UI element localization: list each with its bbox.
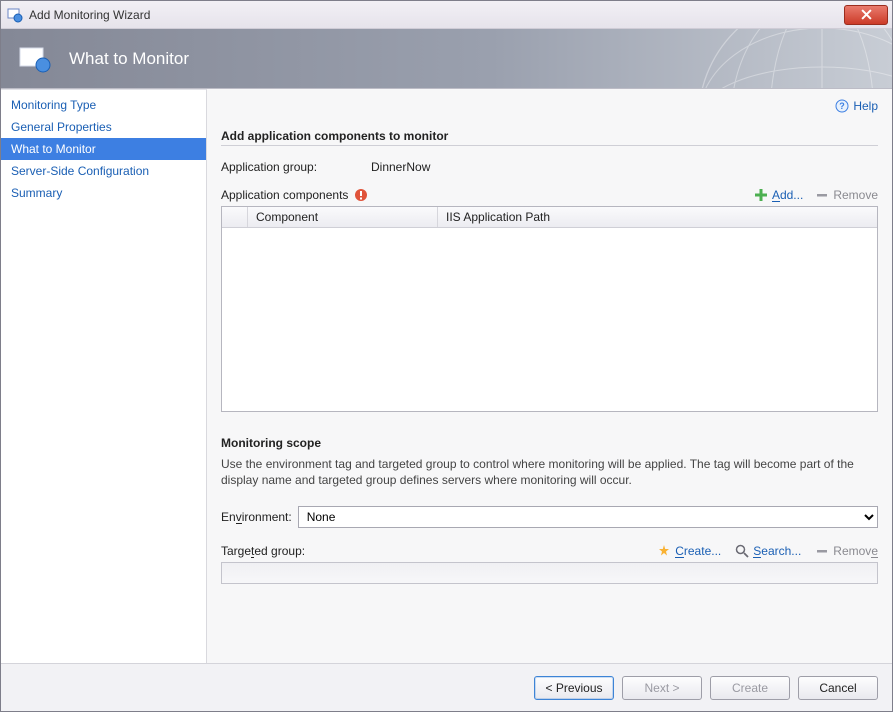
targeted-group-row: Targeted group: Create... Search...: [221, 544, 878, 558]
components-toolbar: Application components Add... Remove: [221, 188, 878, 202]
grid-body: [222, 228, 877, 408]
targeted-group-input[interactable]: [221, 562, 878, 584]
plus-icon: [754, 188, 768, 202]
globe-decoration: [692, 29, 892, 89]
sidebar-item-server-side-configuration[interactable]: Server-Side Configuration: [1, 160, 206, 182]
application-group-label: Application group:: [221, 160, 371, 174]
main-panel: ? Help Add application components to mon…: [207, 89, 892, 663]
app-icon: [7, 7, 23, 23]
create-button[interactable]: Create...: [657, 544, 721, 558]
wizard-body: Monitoring Type General Properties What …: [1, 89, 892, 663]
application-components-label: Application components: [221, 188, 348, 202]
remove-group-button: Remove: [815, 544, 878, 558]
environment-row: Environment: None: [221, 506, 878, 528]
environment-select[interactable]: None: [298, 506, 878, 528]
search-icon: [735, 544, 749, 558]
titlebar: Add Monitoring Wizard: [1, 1, 892, 29]
grid-header: Component IIS Application Path: [222, 207, 877, 228]
remove-button: Remove: [815, 188, 878, 202]
minus-icon: [815, 188, 829, 202]
section-separator: [221, 145, 878, 146]
header-band: What to Monitor: [1, 29, 892, 89]
help-label: Help: [853, 99, 878, 113]
sidebar-item-monitoring-type[interactable]: Monitoring Type: [1, 94, 206, 116]
search-button[interactable]: Search...: [735, 544, 801, 558]
add-button[interactable]: Add...: [754, 188, 803, 202]
header-icon: [19, 45, 53, 73]
help-link[interactable]: ? Help: [835, 99, 878, 113]
monitoring-scope-heading: Monitoring scope: [221, 436, 878, 450]
next-button: Next >: [622, 676, 702, 700]
create-wizard-button: Create: [710, 676, 790, 700]
sidebar-item-what-to-monitor[interactable]: What to Monitor: [1, 138, 206, 160]
warning-icon: [354, 188, 368, 202]
column-header-iis-path[interactable]: IIS Application Path: [438, 207, 877, 227]
footer: < Previous Next > Create Cancel: [1, 663, 892, 711]
column-header-component[interactable]: Component: [248, 207, 438, 227]
minus-icon: [815, 544, 829, 558]
sidebar-item-general-properties[interactable]: General Properties: [1, 116, 206, 138]
sidebar-item-summary[interactable]: Summary: [1, 182, 206, 204]
close-button[interactable]: [844, 5, 888, 25]
window-title: Add Monitoring Wizard: [29, 8, 844, 22]
monitoring-scope-description: Use the environment tag and targeted gro…: [221, 456, 861, 488]
header-title: What to Monitor: [69, 49, 189, 69]
targeted-group-label: Targeted group:: [221, 544, 305, 558]
cancel-button[interactable]: Cancel: [798, 676, 878, 700]
help-icon: ?: [835, 99, 849, 113]
star-icon: [657, 544, 671, 558]
application-group-row: Application group: DinnerNow: [221, 160, 878, 174]
components-grid[interactable]: Component IIS Application Path: [221, 206, 878, 412]
column-header-selector[interactable]: [222, 207, 248, 227]
svg-text:?: ?: [840, 101, 846, 111]
section-heading: Add application components to monitor: [221, 129, 878, 143]
wizard-window: Add Monitoring Wizard What to Monitor Mo…: [0, 0, 893, 712]
application-group-value: DinnerNow: [371, 160, 430, 174]
previous-button[interactable]: < Previous: [534, 676, 614, 700]
sidebar: Monitoring Type General Properties What …: [1, 89, 207, 663]
environment-label: Environment:: [221, 510, 292, 524]
